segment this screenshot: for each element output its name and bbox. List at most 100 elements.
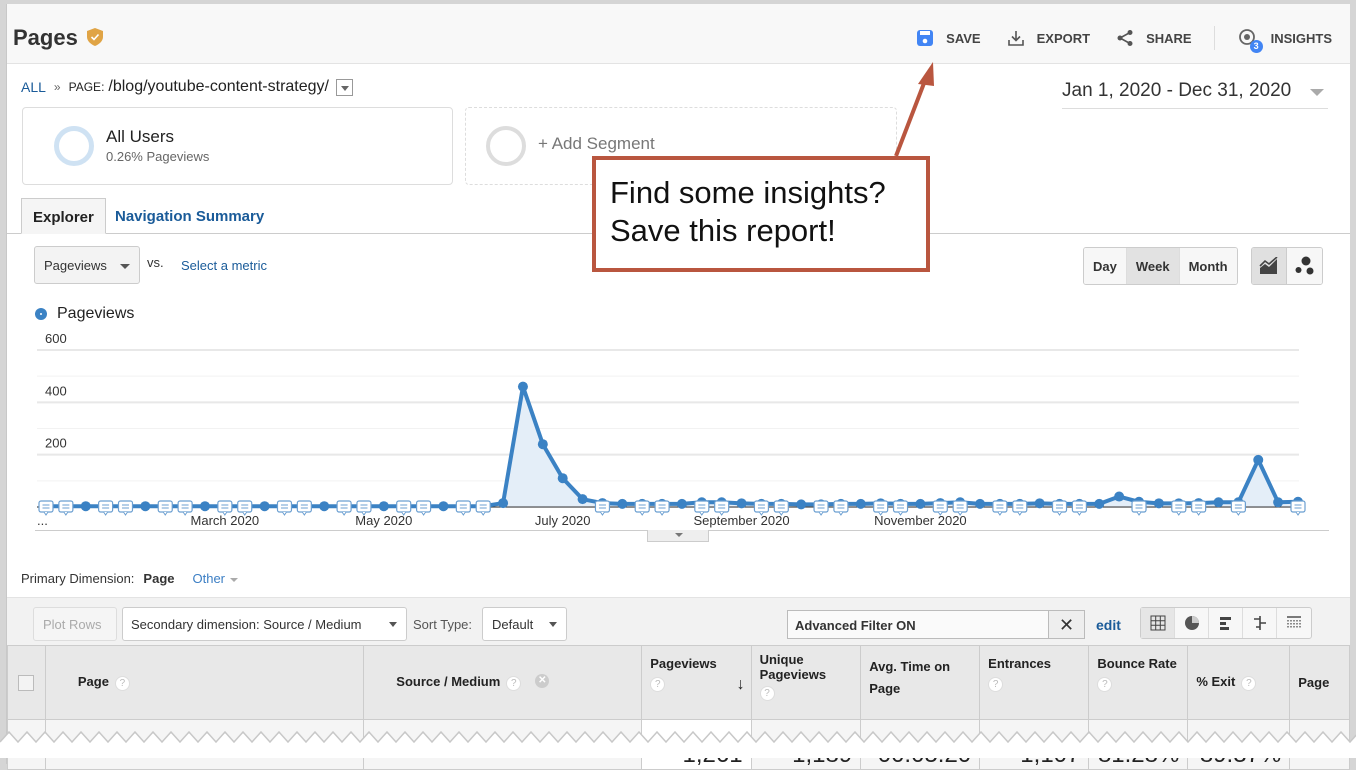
annotation-flag-icon[interactable] [455, 500, 471, 516]
annotation-flag-icon[interactable] [1012, 500, 1028, 516]
plot-rows-button[interactable]: Plot Rows [33, 607, 117, 641]
report-header: Pages SAVE EXPORT SHARE 3 INSIGHTS [7, 4, 1350, 64]
help-icon[interactable]: ? [1241, 675, 1257, 691]
annotation-flag-icon[interactable] [296, 500, 312, 516]
col-bounce-rate[interactable]: Bounce Rate? [1088, 645, 1189, 720]
col-entrances[interactable]: Entrances? [979, 645, 1090, 720]
download-icon [1007, 31, 1024, 46]
advanced-filter-field[interactable]: Advanced Filter ON [787, 610, 1049, 639]
add-segment-label: + Add Segment [538, 134, 655, 153]
annotation-flag-icon[interactable] [276, 500, 293, 516]
data-point [259, 501, 270, 512]
motion-chart-button[interactable] [1287, 248, 1322, 284]
col-entrances-label: Entrances [988, 656, 1052, 671]
col-page-value[interactable]: Page [1289, 645, 1350, 720]
tab-explorer[interactable]: Explorer [21, 198, 106, 234]
torn-edge-decoration [0, 730, 1356, 758]
clear-filter-button[interactable]: ✕ [1049, 610, 1085, 639]
help-icon[interactable]: ? [114, 675, 130, 691]
annotation-flag-icon[interactable] [1290, 500, 1306, 516]
chart-collapse-handle[interactable] [647, 530, 709, 542]
data-point [140, 501, 151, 512]
col-avg-time[interactable]: Avg. Time on Page [860, 645, 981, 720]
col-bounce-rate-label: Bounce Rate [1097, 656, 1177, 671]
annotation-flag-icon[interactable] [1051, 500, 1068, 516]
pivot-icon [1287, 616, 1301, 629]
report-frame: Pages SAVE EXPORT SHARE 3 INSIGHTS ALL »… [6, 4, 1350, 770]
insights-button[interactable]: 3 INSIGHTS [1237, 28, 1332, 53]
annotation-flag-icon[interactable] [336, 500, 352, 516]
help-icon[interactable]: ? [650, 677, 666, 692]
annotation-flag-icon[interactable] [475, 500, 491, 516]
data-point [378, 501, 389, 512]
annotation-flag-icon[interactable] [58, 500, 74, 516]
annotation-flag-icon[interactable] [813, 500, 829, 516]
col-unique-pageviews[interactable]: Unique Pageviews? [750, 645, 862, 720]
granularity-week-button[interactable]: Week [1126, 248, 1180, 284]
primary-dimension-other[interactable]: Other [193, 571, 239, 586]
page-title: Pages [13, 25, 78, 50]
granularity-month-button[interactable]: Month [1179, 248, 1237, 284]
pivot-view-button[interactable] [1277, 608, 1311, 638]
save-button[interactable]: SAVE [916, 29, 981, 47]
help-icon[interactable]: ? [1097, 677, 1113, 692]
select-metric-link[interactable]: Select a metric [181, 258, 267, 273]
annotation-flag-icon[interactable] [415, 500, 432, 516]
annotation-flag-icon[interactable] [1131, 500, 1147, 516]
segment-all-users[interactable]: All Users 0.26% Pageviews [22, 107, 453, 185]
callout-line-1: Find some insights? [610, 175, 886, 210]
breadcrumb-dropdown[interactable] [335, 78, 353, 96]
data-point [1094, 498, 1105, 509]
data-point [199, 501, 210, 512]
col-page[interactable]: Page? [44, 645, 365, 720]
annotation-flag-icon[interactable] [1171, 500, 1187, 516]
export-button[interactable]: EXPORT [1007, 29, 1090, 47]
annotation-flag-icon[interactable] [98, 500, 114, 516]
comparison-view-button[interactable] [1243, 608, 1277, 638]
sort-type-select[interactable]: Default [482, 607, 567, 641]
y-tick-label: 200 [45, 436, 67, 451]
select-all-checkbox[interactable] [18, 674, 35, 691]
callout-line-2: Save this report! [610, 213, 836, 248]
granularity-day-button[interactable]: Day [1084, 248, 1127, 284]
annotation-flag-icon[interactable] [634, 500, 650, 516]
performance-view-button[interactable] [1209, 608, 1243, 638]
tab-navigation-summary[interactable]: Navigation Summary [104, 198, 275, 234]
sort-descending-icon: ↓ [736, 676, 745, 693]
annotation-flag-icon[interactable] [1191, 500, 1207, 516]
col-source-medium[interactable]: Source / Medium? ✕ [363, 645, 643, 720]
col-pageviews[interactable]: Pageviews? ↓ [641, 645, 752, 720]
annotation-flag-icon[interactable] [833, 500, 849, 516]
granularity-toggle: Day Week Month [1083, 247, 1238, 285]
line-chart-icon [1259, 257, 1278, 274]
share-icon [1117, 30, 1133, 46]
secondary-dimension-select[interactable]: Secondary dimension: Source / Medium [122, 607, 407, 641]
data-point [1034, 498, 1045, 509]
annotation-flag-icon[interactable] [594, 500, 611, 516]
primary-dimension-page[interactable]: Page [143, 571, 174, 586]
x-tick-label: September 2020 [693, 513, 789, 528]
line-chart-button[interactable] [1252, 248, 1287, 284]
annotation-flag-icon[interactable] [992, 500, 1008, 516]
annotation-flag-icon[interactable] [117, 500, 134, 516]
metric-select[interactable]: Pageviews [34, 246, 140, 284]
remove-dimension-icon[interactable]: ✕ [535, 674, 550, 689]
annotation-flag-icon[interactable] [1230, 500, 1246, 516]
pie-view-button[interactable] [1175, 608, 1209, 638]
help-icon[interactable]: ? [988, 677, 1004, 692]
data-table-view-button[interactable] [1141, 608, 1175, 638]
edit-filter-link[interactable]: edit [1096, 617, 1121, 633]
annotation-flag-icon[interactable] [1071, 500, 1087, 516]
x-tick-label: ... [37, 513, 48, 528]
annotation-flag-icon[interactable] [157, 500, 173, 516]
annotation-flag-icon[interactable] [654, 500, 670, 516]
breadcrumb-all-link[interactable]: ALL [21, 79, 46, 95]
date-range-picker[interactable]: Jan 1, 2020 - Dec 31, 2020 [1062, 80, 1328, 109]
share-button[interactable]: SHARE [1116, 29, 1192, 47]
col-exit[interactable]: % Exit? [1187, 645, 1291, 720]
x-tick-label: March 2020 [191, 513, 260, 528]
help-icon[interactable]: ? [759, 686, 775, 701]
data-point [1273, 497, 1284, 508]
breadcrumb-label: PAGE: [68, 80, 105, 94]
help-icon[interactable]: ? [506, 675, 522, 691]
